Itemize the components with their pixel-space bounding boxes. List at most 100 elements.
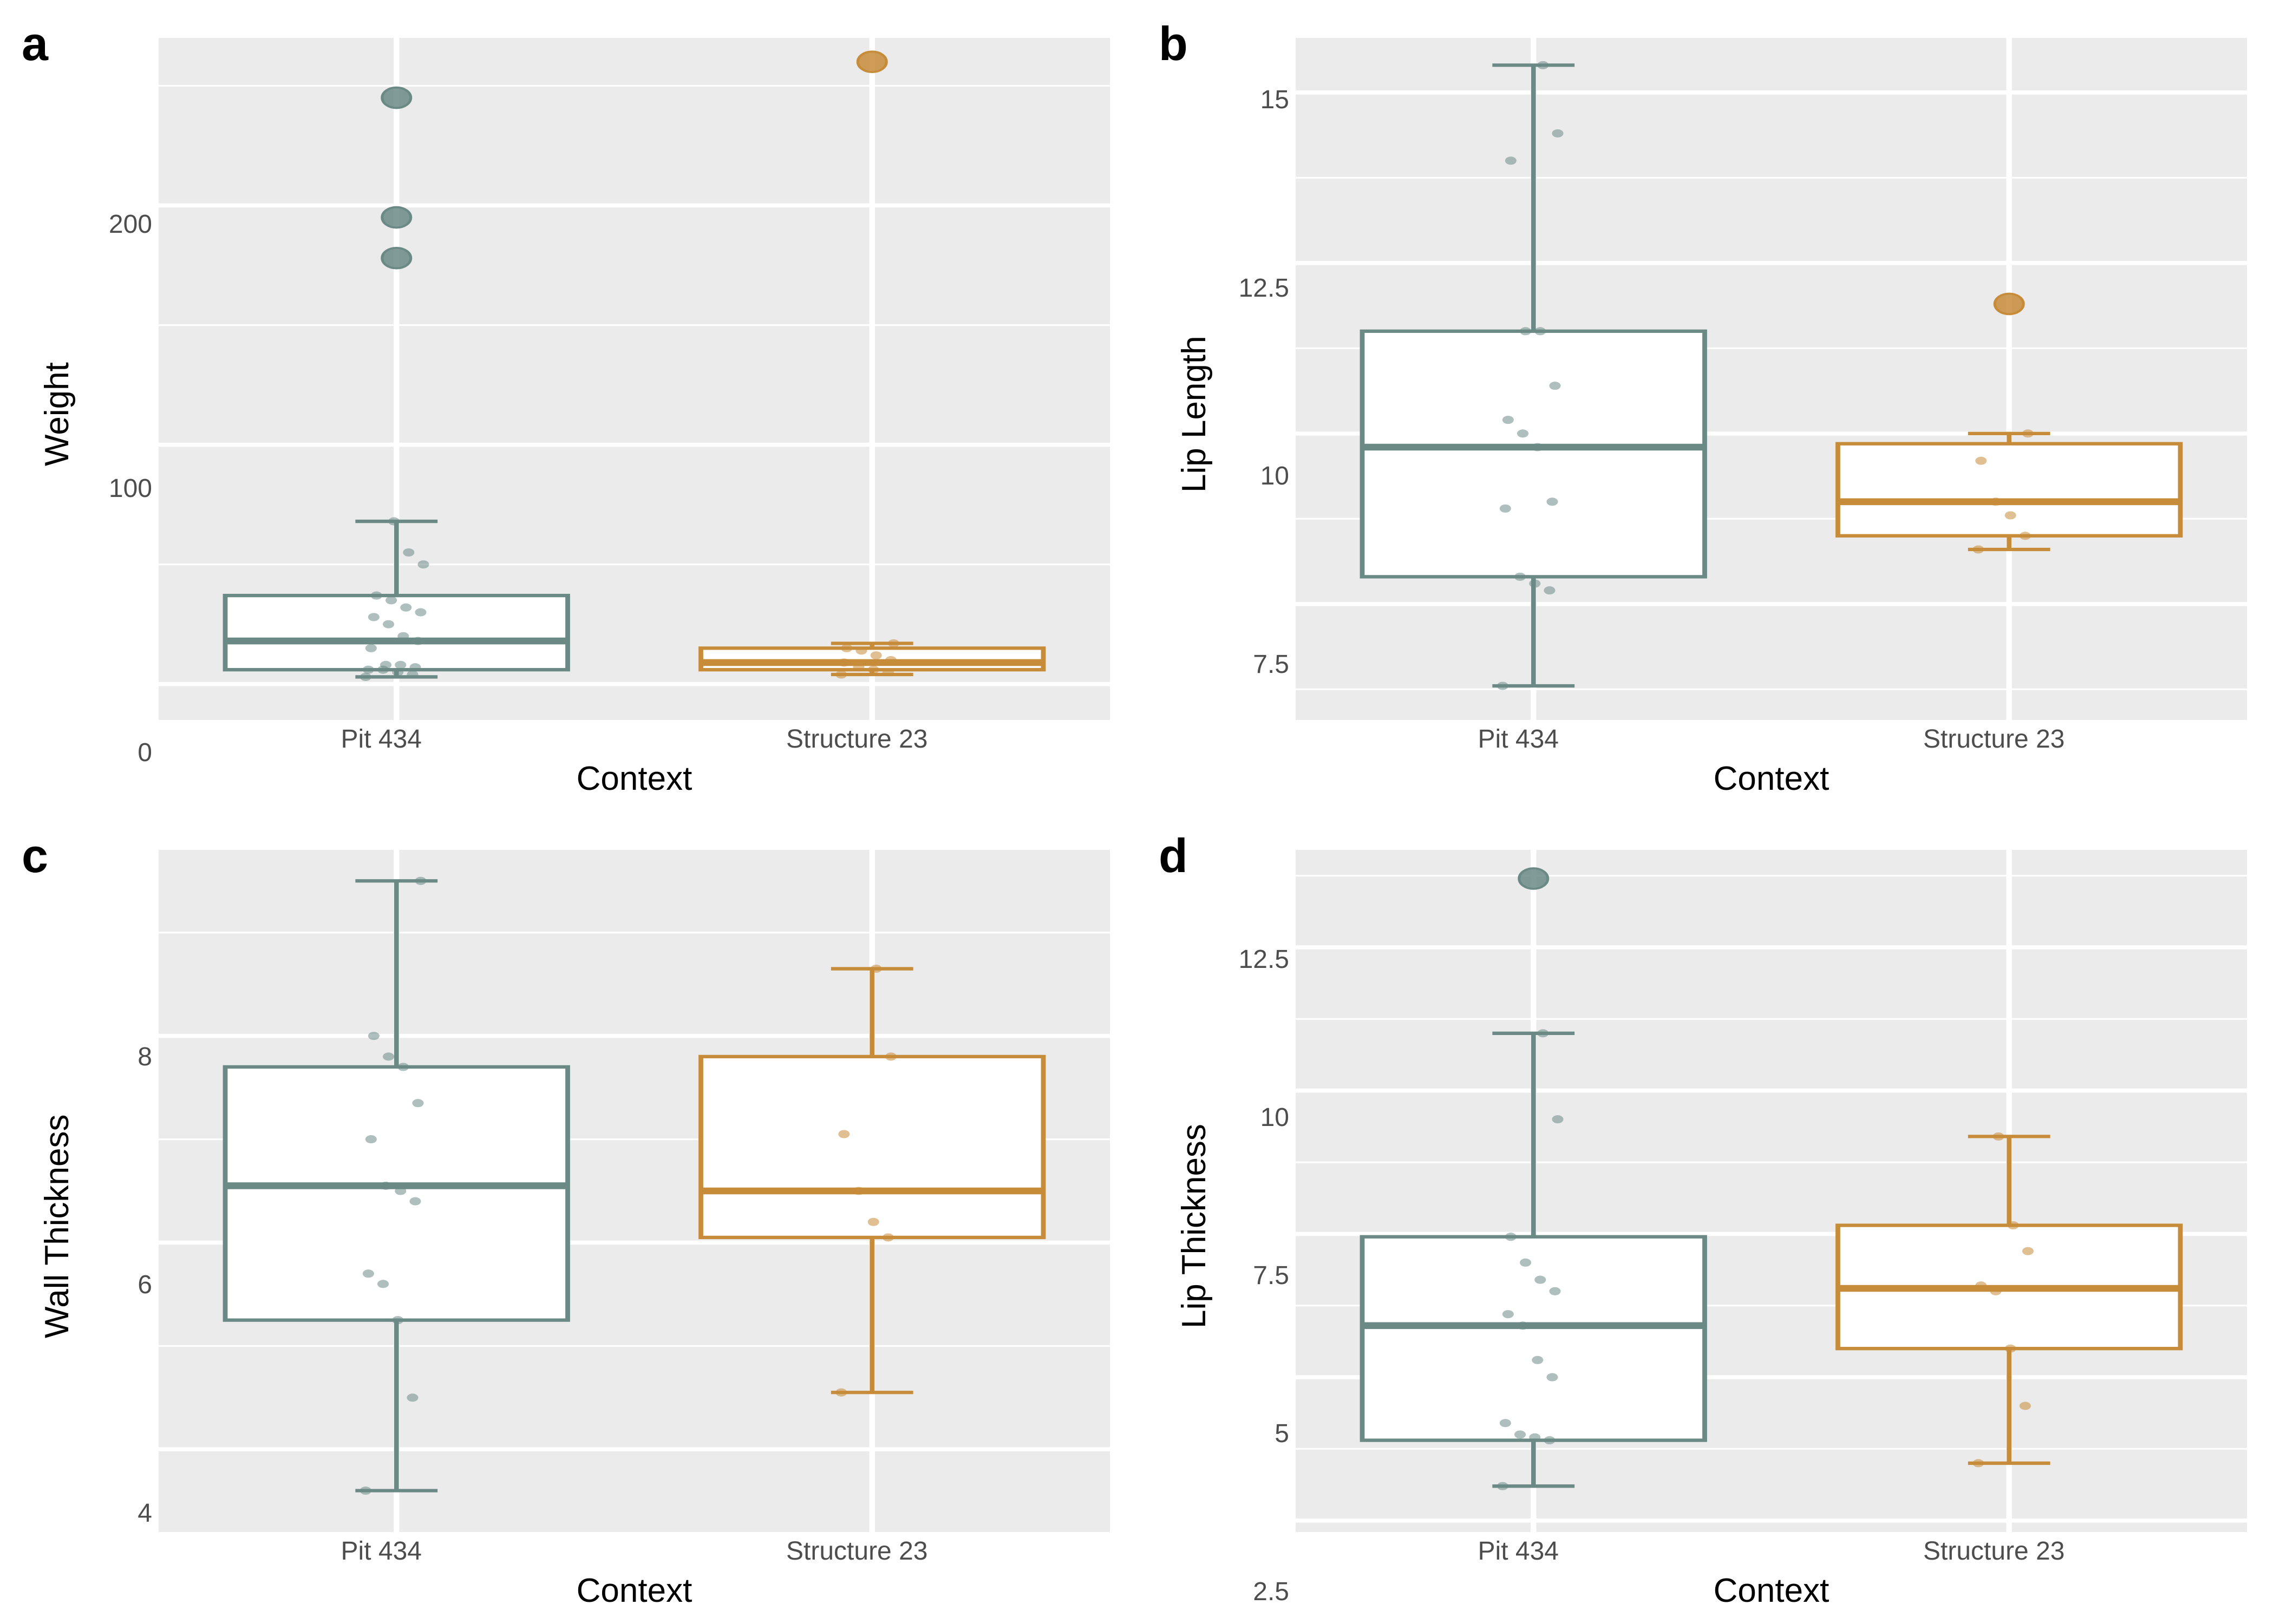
jitter-point — [2008, 1221, 2019, 1229]
outlier-point — [1519, 868, 1548, 889]
y-tick-label: 12.5 — [1239, 945, 1289, 974]
jitter-point — [360, 673, 371, 681]
jitter-point — [1993, 1132, 2004, 1141]
jitter-point — [1520, 1259, 1531, 1267]
jitter-point — [1532, 1356, 1543, 1364]
jitter-point — [2022, 429, 2034, 437]
jitter-point — [2005, 511, 2016, 519]
box — [225, 595, 568, 670]
x-axis-row: Pit 434Structure 23Context — [159, 1532, 1110, 1602]
jitter-point — [1514, 1430, 1526, 1438]
y-tick-label: 7.5 — [1253, 650, 1289, 679]
jitter-point — [377, 1280, 389, 1288]
x-tick-label: Structure 23 — [786, 1536, 927, 1566]
jitter-point — [2005, 1345, 2016, 1353]
plot-wrap: Lip Length7.51012.515Pit 434Structure 23… — [1169, 38, 2247, 790]
jitter-point — [841, 644, 852, 652]
box — [1362, 331, 1705, 577]
jitter-point — [385, 596, 397, 604]
outlier-point — [858, 51, 886, 72]
jitter-point — [363, 1269, 374, 1278]
jitter-point — [1532, 443, 1543, 451]
jitter-point — [885, 656, 897, 664]
x-tick-labels: Pit 434Structure 23 — [159, 1536, 1110, 1566]
jitter-point — [871, 965, 882, 973]
outlier-point — [382, 248, 411, 269]
jitter-point — [397, 632, 409, 640]
x-tick-labels: Pit 434Structure 23 — [1296, 724, 2247, 754]
plot-wrap: Weight0100200Pit 434Structure 23Context — [32, 38, 1110, 790]
jitter-point — [412, 1099, 423, 1107]
plot-wrap: Wall Thickness468Pit 434Structure 23Cont… — [32, 850, 1110, 1602]
y-tick-labels: 7.51012.515 — [1219, 38, 1296, 790]
jitter-point — [868, 1218, 879, 1226]
jitter-point — [383, 620, 394, 628]
jitter-point — [1972, 1459, 1984, 1467]
x-axis-title: Context — [577, 1571, 692, 1610]
jitter-point — [1497, 1482, 1508, 1490]
jitter-point — [1537, 1029, 1548, 1037]
y-axis-title: Weight — [32, 38, 82, 790]
jitter-point — [835, 1389, 847, 1397]
jitter-point — [1990, 1287, 2002, 1295]
y-tick-label: 200 — [109, 209, 152, 239]
x-axis-title: Context — [577, 759, 692, 798]
box — [701, 1057, 1043, 1237]
x-tick-labels: Pit 434Structure 23 — [159, 724, 1110, 754]
x-tick-label: Structure 23 — [786, 724, 927, 754]
x-tick-label: Structure 23 — [1923, 1536, 2064, 1566]
outlier-point — [382, 88, 411, 108]
jitter-point — [883, 1233, 894, 1241]
jitter-point — [383, 1052, 394, 1060]
jitter-point — [1500, 1419, 1511, 1427]
jitter-point — [1534, 1276, 1546, 1284]
outlier-point — [1995, 294, 2023, 315]
jitter-point — [407, 670, 418, 678]
jitter-point — [403, 548, 414, 556]
jitter-point — [392, 668, 403, 676]
plot-svg — [159, 38, 1110, 720]
jitter-point — [363, 666, 374, 674]
jitter-point — [395, 1187, 406, 1195]
y-tick-label: 8 — [138, 1042, 152, 1072]
plot-area — [159, 38, 1110, 720]
plot-wrap: Lip Thickness2.557.51012.5Pit 434Structu… — [1169, 850, 2247, 1602]
jitter-point — [1505, 1233, 1517, 1241]
jitter-point — [835, 670, 847, 678]
plot-svg — [1296, 850, 2247, 1532]
jitter-point — [415, 877, 426, 885]
panel-b: bLip Length7.51012.515Pit 434Structure 2… — [1137, 0, 2274, 812]
plot-svg — [159, 850, 1110, 1532]
jitter-point — [412, 637, 423, 645]
jitter-point — [368, 1032, 380, 1040]
y-tick-labels: 468 — [82, 850, 159, 1602]
jitter-point — [1497, 682, 1508, 690]
x-axis-row: Pit 434Structure 23Context — [159, 720, 1110, 790]
y-tick-label: 7.5 — [1253, 1261, 1289, 1291]
plot-col: Pit 434Structure 23Context — [159, 850, 1110, 1602]
jitter-point — [417, 560, 429, 568]
y-axis-title: Lip Length — [1169, 38, 1219, 790]
jitter-point — [1529, 1433, 1540, 1442]
outlier-point — [382, 207, 411, 228]
panel-d: dLip Thickness2.557.51012.5Pit 434Struct… — [1137, 812, 2274, 1624]
jitter-point — [409, 1197, 421, 1206]
jitter-point — [1972, 545, 1984, 553]
y-tick-label: 12.5 — [1239, 273, 1289, 303]
jitter-point — [885, 1052, 897, 1060]
y-tick-label: 100 — [109, 474, 152, 503]
jitter-point — [1546, 497, 1558, 506]
jitter-point — [1975, 457, 1987, 465]
jitter-point — [1552, 129, 1563, 137]
plot-col: Pit 434Structure 23Context — [1296, 850, 2247, 1602]
jitter-point — [365, 1135, 377, 1143]
jitter-point — [415, 608, 426, 616]
jitter-point — [838, 658, 850, 666]
y-tick-label: 2.5 — [1253, 1577, 1289, 1607]
jitter-point — [871, 651, 882, 659]
x-tick-labels: Pit 434Structure 23 — [1296, 1536, 2247, 1566]
jitter-point — [1552, 1115, 1563, 1123]
x-axis-title: Context — [1714, 759, 1829, 798]
jitter-point — [1549, 1287, 1560, 1295]
jitter-point — [368, 613, 380, 621]
